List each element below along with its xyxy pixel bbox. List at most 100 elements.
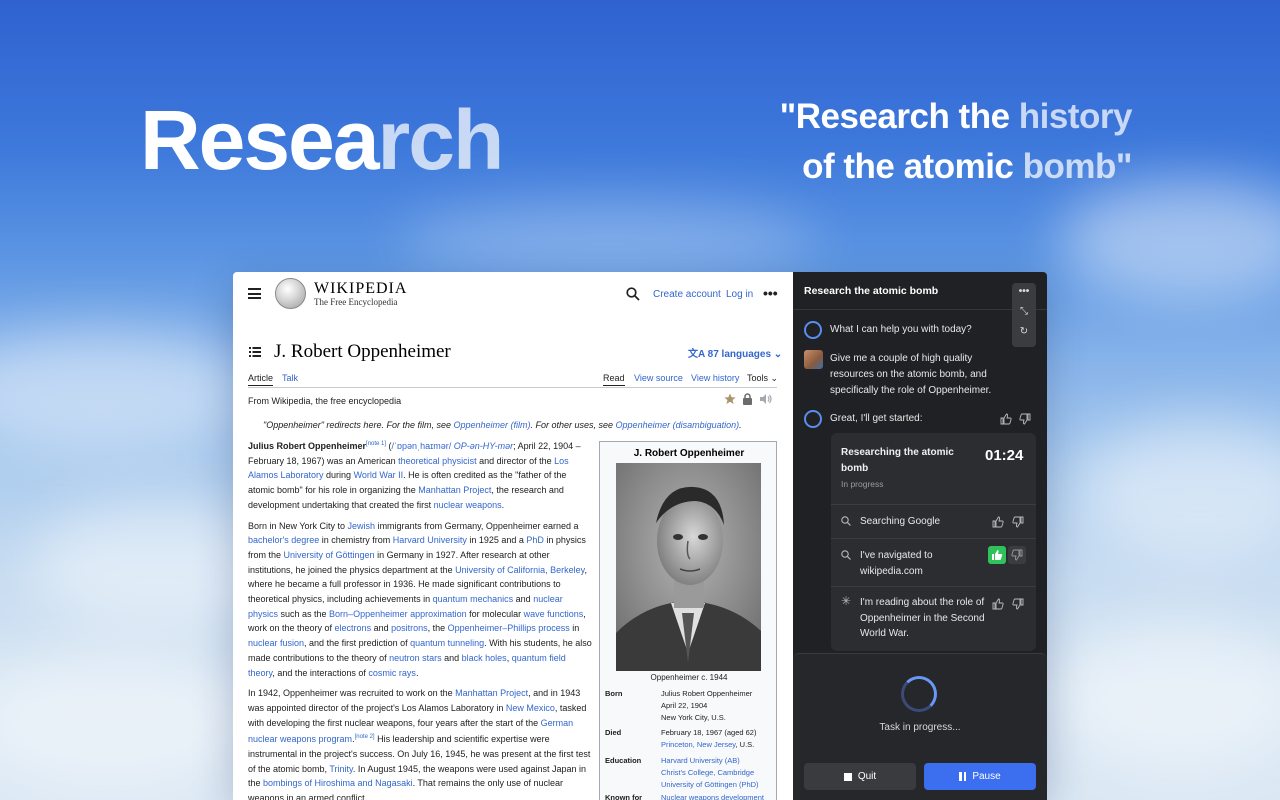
app-window: WIKIPEDIA The Free Encyclopedia Create a… [233,272,1047,800]
article-link[interactable]: theoretical physicist [398,456,477,466]
article-link[interactable]: Trinity [329,764,353,774]
star-icon[interactable] [724,393,736,405]
article-link[interactable]: World War II [354,470,404,480]
tab-view-history[interactable]: View history [691,373,739,383]
assistant-icon [804,410,822,428]
article-link[interactable]: New Mexico [506,703,555,713]
infobox-link[interactable]: Christ's College, Cambridge [661,767,775,779]
pronunciation-link[interactable]: OP-ən-HY-mər [454,441,513,451]
task-card: Researching the atomic bomb 01:24 In pro… [831,433,1036,651]
article-link[interactable]: University of Göttingen [284,550,375,560]
thumbs-down-icon[interactable] [1012,516,1024,528]
article-link[interactable]: Manhattan Project [418,485,491,495]
infobox-link[interactable]: University of Göttingen (PhD) [661,779,775,791]
infobox-link[interactable]: Princeton, New Jersey [661,740,735,749]
cloud [400,200,820,280]
ipa-link[interactable]: /ˈɒpənˌhaɪmər/ [392,441,452,451]
search-icon [841,516,851,526]
cloud [1050,620,1280,770]
more-options-icon[interactable]: ••• [1012,286,1036,297]
article-link[interactable]: Jewish [348,521,376,531]
quit-button[interactable]: Quit [804,763,916,790]
translate-icon: 文A [688,349,705,360]
sparkle-icon: ✳ [841,594,852,608]
panel-toolbar: ••• ⤡ ↻ [1012,283,1036,347]
collapse-icon[interactable]: ⤡ [1012,306,1036,317]
thumbs-up-icon[interactable] [992,516,1004,528]
task-controls: Task in progress... Quit Pause [793,653,1047,800]
film-link[interactable]: Oppenheimer (film) [453,420,530,430]
assistant-message: Great, I'll get started: [830,413,923,424]
cloud [0,330,260,450]
search-icon [841,550,851,560]
task-title: Researching the atomic bomb [841,447,954,474]
article-link[interactable]: bachelor's degree [248,535,319,545]
article-link[interactable]: black holes [462,653,507,663]
table-of-contents-icon[interactable] [249,347,261,357]
pause-button[interactable]: Pause [924,763,1036,790]
tab-view-source[interactable]: View source [634,373,683,383]
article-link[interactable]: Born–Oppenheimer approximation [329,609,467,619]
article-link[interactable]: Oppenheimer–Phillips process [448,623,570,633]
menu-icon[interactable] [248,288,261,299]
article-link[interactable]: University of California, Berkeley [455,565,584,575]
article-link[interactable]: Manhattan Project [455,688,528,698]
languages-button[interactable]: 文A 87 languages ⌄ [688,345,782,360]
assistant-icon [804,321,822,339]
tab-article[interactable]: Article [248,373,274,386]
article-link[interactable]: bombings of Hiroshima and Nagasaki [263,778,413,788]
article-link[interactable]: nuclear weapons [434,500,502,510]
article-link[interactable]: neutron stars [389,653,442,663]
tabs-divider [248,387,777,388]
article-link[interactable]: electrons [335,623,372,633]
note-link[interactable]: [note 2] [355,734,375,740]
thumbs-down-button[interactable] [1008,546,1026,564]
portrait-illustration [616,463,761,671]
article-link[interactable]: nuclear fusion [248,638,304,648]
tab-talk[interactable]: Talk [282,373,298,383]
article-link[interactable]: wave functions [524,609,584,619]
task-step: I've navigated to wikipedia.com [831,538,1036,586]
task-status: In progress [841,479,884,489]
disambiguation-link[interactable]: Oppenheimer (disambiguation) [616,420,740,430]
hero-title: Research [140,93,504,187]
infobox-caption: Oppenheimer c. 1944 [650,673,728,682]
thumbs-up-button-active[interactable] [988,546,1006,564]
thumbs-down-icon[interactable] [1012,598,1024,610]
hero-quote: "Research the history of the atomic bomb… [779,97,1133,186]
progress-text: Task in progress... [879,722,961,733]
infobox-link[interactable]: Nuclear weapons development [661,792,775,800]
thumbs-down-icon[interactable] [1019,413,1031,425]
user-avatar [804,350,823,369]
article-paragraph: In 1942, Oppenheimer was recruited to wo… [248,688,591,800]
stop-icon [843,772,852,781]
article-link[interactable]: positrons [391,623,428,633]
panel-divider [793,309,1047,310]
search-icon[interactable] [626,287,640,301]
article-link[interactable]: Harvard University [393,535,467,545]
thumbs-up-icon[interactable] [992,598,1004,610]
task-step: ✳ I'm reading about the role of Oppenhei… [831,586,1036,651]
pause-icon [959,772,967,781]
refresh-icon[interactable]: ↻ [1012,326,1036,337]
article-link[interactable]: quantum tunneling [410,638,484,648]
thumbs-up-icon[interactable] [1000,413,1012,425]
create-account-link[interactable]: Create account [653,289,721,300]
listen-icon[interactable] [759,393,772,405]
more-options-icon[interactable]: ••• [763,285,778,301]
article-link[interactable]: quantum mechanics [433,594,514,604]
infobox-link[interactable]: Harvard University (AB) [661,755,775,767]
article-link[interactable]: cosmic rays [368,668,416,678]
page-status-icons [724,393,772,405]
wikipedia-tagline: The Free Encyclopedia [314,297,398,307]
tab-read[interactable]: Read [603,373,625,386]
wikipedia-wordmark[interactable]: WIKIPEDIA [314,280,407,298]
portrait-photo[interactable] [616,463,761,671]
log-in-link[interactable]: Log in [726,289,753,300]
tools-dropdown[interactable]: Tools ⌄ [747,373,778,384]
note-link[interactable]: [note 1] [366,441,386,447]
article-link[interactable]: PhD [526,535,544,545]
loading-spinner-icon [901,676,937,712]
task-step: Searching Google [831,504,1036,538]
wikipedia-globe-logo[interactable] [275,278,306,309]
